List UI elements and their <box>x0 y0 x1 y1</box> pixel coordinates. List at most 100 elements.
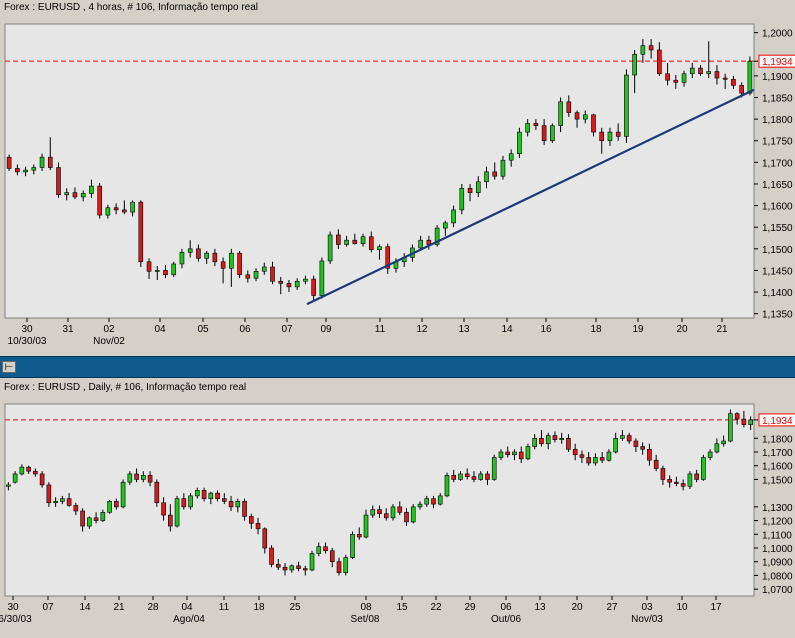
candle-up <box>459 187 465 211</box>
x-subtick-label: Nov/02 <box>93 336 125 347</box>
candle-up <box>253 271 259 279</box>
x-tick-label: 30 <box>21 324 33 335</box>
candle-up <box>53 501 58 504</box>
candle-up <box>424 498 430 505</box>
candle-down <box>648 45 654 51</box>
candle-up <box>418 239 423 249</box>
candle-down <box>539 437 544 445</box>
candle-up <box>593 457 598 464</box>
candle-up <box>748 419 753 425</box>
candle-down <box>323 546 328 552</box>
separator-handle-icon[interactable]: ⊢ <box>2 361 16 373</box>
candle-down <box>566 101 572 113</box>
candle-down <box>680 483 686 487</box>
candle-up <box>261 266 267 272</box>
x-tick-label: 30 <box>7 602 19 613</box>
y-tick-label: 1,1550 <box>762 223 793 234</box>
y-tick-label: 1,1600 <box>762 462 793 473</box>
candle-up <box>550 125 555 142</box>
candle-down <box>352 239 358 244</box>
candle-down <box>633 440 639 447</box>
chart-title-4h: Forex : EURUSD , 4 horas, # 106, Informa… <box>0 0 795 16</box>
candle-up <box>319 260 325 296</box>
candle-down <box>269 547 274 565</box>
candle-down <box>147 475 153 483</box>
candle-up <box>747 60 753 94</box>
candle-up <box>707 451 713 458</box>
candle-down <box>541 125 547 142</box>
candle-down <box>146 261 152 272</box>
candle-up <box>681 73 687 83</box>
candle-up <box>154 270 160 272</box>
candle-down <box>660 468 666 480</box>
candle-down <box>56 167 61 196</box>
candle-up <box>127 473 133 483</box>
candle-down <box>26 466 31 472</box>
candle-up <box>687 473 693 487</box>
candle-down <box>665 73 670 81</box>
candle-up <box>689 67 695 75</box>
candle-down <box>566 437 571 450</box>
candle-down <box>201 490 207 499</box>
candle-up <box>458 473 463 480</box>
x-tick-label: 06 <box>500 602 512 613</box>
x-subtick-label: Set/08 <box>351 614 380 625</box>
x-tick-label: 29 <box>464 602 476 613</box>
x-tick-label: 20 <box>676 324 688 335</box>
chart-daily[interactable]: 1,1934 1,1800 1,1700 1,1600 1,1500 1,1300 1,12… <box>0 396 795 638</box>
candle-up <box>204 252 209 259</box>
x-tick-label: 10 <box>676 602 688 613</box>
candle-down <box>591 114 596 133</box>
y-tick-label: 1,1700 <box>762 158 793 169</box>
candle-up <box>80 193 86 198</box>
candle-down <box>731 79 736 86</box>
candle-up <box>343 557 349 573</box>
candle-up <box>443 222 448 229</box>
candle-up <box>491 457 497 480</box>
candle-down <box>368 236 374 250</box>
candle-up <box>417 503 423 508</box>
x-tick-label: 28 <box>147 602 159 613</box>
x-tick-label: 11 <box>375 324 386 335</box>
candle-up <box>19 466 25 475</box>
candle-down <box>694 473 699 480</box>
candle-down <box>599 457 605 461</box>
x-tick-label: 21 <box>113 602 125 613</box>
candle-up <box>64 192 70 196</box>
candle-up <box>188 495 193 508</box>
candle-up <box>475 181 481 193</box>
candle-up <box>444 475 450 497</box>
candle-up <box>187 248 193 253</box>
x-tick-label: 02 <box>103 324 115 335</box>
candle-down <box>471 476 477 480</box>
candle-up <box>437 495 443 505</box>
candle-up <box>525 446 531 460</box>
candle-down <box>181 498 187 508</box>
y-tick-label: 1,1650 <box>762 180 793 191</box>
candle-up <box>525 123 530 133</box>
candle-up <box>498 451 504 458</box>
candle-down <box>97 185 102 216</box>
candle-down <box>46 484 52 504</box>
y-tick-label: 1,1850 <box>762 94 793 105</box>
candle-up <box>195 490 200 497</box>
candle-up <box>89 185 94 194</box>
candle-down <box>138 201 144 263</box>
y-tick-label: 1,1600 <box>762 202 793 213</box>
candle-down <box>80 510 85 527</box>
candle-up <box>363 514 369 538</box>
candle-down <box>698 67 703 75</box>
candle-down <box>356 533 362 538</box>
candle-up <box>303 278 308 282</box>
candle-down <box>397 506 403 513</box>
panel-separator[interactable]: ⊢ <box>0 356 795 381</box>
x-tick-label: 27 <box>606 602 618 613</box>
x-tick-label: 18 <box>253 602 265 613</box>
candle-down <box>39 473 45 486</box>
candle-down <box>640 446 645 450</box>
candle-up <box>120 481 126 508</box>
chart-4h[interactable]: 1,2000 1,1934 1,1900 1,1850 1,1800 1,1750 1,17… <box>0 16 795 356</box>
candle-up <box>309 553 315 571</box>
candle-down <box>404 512 409 523</box>
candle-up <box>721 440 726 445</box>
